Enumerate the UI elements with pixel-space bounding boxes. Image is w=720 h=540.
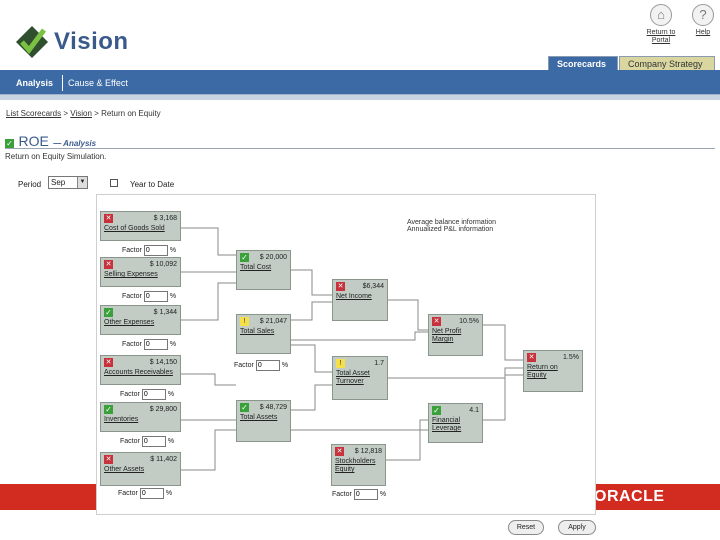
apply-button[interactable]: Apply <box>558 520 596 535</box>
node-label-link[interactable]: Stockholders Equity <box>332 456 385 476</box>
node-value: 4.1 <box>469 407 479 414</box>
status-red-icon: ✕ <box>104 358 113 367</box>
node-value: $ 14,150 <box>149 359 177 366</box>
node-net-profit-margin[interactable]: ✕ 10.5% Net Profit Margin <box>428 314 483 356</box>
node-label-link[interactable]: Net Income <box>333 291 387 303</box>
status-green-icon: ✓ <box>432 406 441 415</box>
factor-row: Factor % <box>118 488 172 499</box>
node-label-link[interactable]: Total Assets <box>237 412 290 424</box>
status-green-icon: ✓ <box>240 253 249 262</box>
factor-input[interactable] <box>143 339 168 350</box>
factor-input[interactable] <box>143 245 168 256</box>
node-net-income[interactable]: ✕ $6,344 Net Income <box>332 279 388 321</box>
factor-label: Factor <box>118 490 138 497</box>
diagram-info: Average balance information Annualized P… <box>407 219 496 233</box>
status-red-icon: ✕ <box>104 260 113 269</box>
factor-input[interactable] <box>141 436 166 447</box>
node-value: $ 20,000 <box>259 254 287 261</box>
factor-input[interactable] <box>141 389 166 400</box>
node-selling-expenses[interactable]: ✕ $ 10,092 Selling Expenses <box>100 257 181 287</box>
node-value: $ 3,168 <box>153 215 177 222</box>
status-red-icon: ✕ <box>527 353 536 362</box>
status-red-icon: ✕ <box>336 282 345 291</box>
factor-unit: % <box>169 341 177 348</box>
node-value: $ 1,344 <box>153 309 177 316</box>
status-red-icon: ✕ <box>335 447 344 456</box>
factor-row: Factor % <box>120 436 174 447</box>
status-green-icon: ✓ <box>104 405 113 414</box>
node-other-assets[interactable]: ✕ $ 11,402 Other Assets <box>100 452 181 486</box>
node-label-link[interactable]: Other Expenses <box>101 317 180 329</box>
node-other-expenses[interactable]: ✓ $ 1,344 Other Expenses <box>100 305 181 335</box>
factor-label: Factor <box>122 341 142 348</box>
factor-row: Factor % <box>122 245 176 256</box>
node-cost-of-goods-sold[interactable]: ✕ $ 3,168 Cost of Goods Sold <box>100 211 181 241</box>
factor-row: Factor % <box>234 360 288 371</box>
status-red-icon: ✕ <box>432 317 441 326</box>
node-value: $ 11,402 <box>150 456 177 463</box>
factor-row: Factor % <box>122 339 176 350</box>
node-label-link[interactable]: Net Profit Margin <box>429 326 482 346</box>
node-value: $ 10,092 <box>149 261 177 268</box>
factor-label: Factor <box>332 491 352 498</box>
status-warning-icon: ! <box>336 359 345 368</box>
node-stockholders-equity[interactable]: ✕ $ 12,818 Stockholders Equity <box>331 444 386 486</box>
factor-label: Factor <box>122 293 142 300</box>
factor-label: Factor <box>122 247 142 254</box>
status-green-icon: ✓ <box>104 308 113 317</box>
reset-button[interactable]: Reset <box>508 520 544 535</box>
status-red-icon: ✕ <box>104 214 113 223</box>
node-label-link[interactable]: Inventories <box>101 414 180 426</box>
factor-input[interactable] <box>255 360 280 371</box>
node-label-link[interactable]: Other Assets <box>101 464 180 476</box>
node-value: $ 21,047 <box>259 318 287 325</box>
node-value: 1.5% <box>563 354 579 361</box>
node-label-link[interactable]: Total Sales <box>237 326 290 338</box>
node-total-cost[interactable]: ✓ $ 20,000 Total Cost <box>236 250 291 290</box>
factor-label: Factor <box>120 438 140 445</box>
node-total-assets[interactable]: ✓ $ 48,729 Total Assets <box>236 400 291 442</box>
factor-row: Factor % <box>122 291 176 302</box>
factor-unit: % <box>281 362 289 369</box>
node-label-link[interactable]: Accounts Receivables <box>101 367 180 379</box>
node-total-asset-turnover[interactable]: ! 1.7 Total Asset Turnover <box>332 356 388 400</box>
node-label-link[interactable]: Return on Equity <box>524 362 582 382</box>
node-value: $6,344 <box>362 283 384 290</box>
node-label-link[interactable]: Total Asset Turnover <box>333 368 387 388</box>
factor-unit: % <box>379 491 387 498</box>
factor-input[interactable] <box>139 488 164 499</box>
factor-label: Factor <box>234 362 254 369</box>
status-green-icon: ✓ <box>240 403 249 412</box>
status-warning-icon: ! <box>240 317 249 326</box>
factor-unit: % <box>167 391 175 398</box>
node-value: $ 29,800 <box>149 406 177 413</box>
node-value: $ 12,818 <box>354 448 382 455</box>
factor-row: Factor % <box>120 389 174 400</box>
factor-unit: % <box>169 293 177 300</box>
node-return-on-equity[interactable]: ✕ 1.5% Return on Equity <box>523 350 583 392</box>
node-value: $ 48,729 <box>259 404 287 411</box>
node-total-sales[interactable]: ! $ 21,047 Total Sales <box>236 314 291 354</box>
node-label-link[interactable]: Total Cost <box>237 262 290 274</box>
factor-input[interactable] <box>143 291 168 302</box>
factor-unit: % <box>169 247 177 254</box>
info-annualized-pl: Annualized P&L information <box>407 226 494 233</box>
status-red-icon: ✕ <box>104 455 113 464</box>
node-financial-leverage[interactable]: ✓ 4.1 Financial Leverage <box>428 403 483 443</box>
factor-row: Factor % <box>332 489 386 500</box>
node-value: 1.7 <box>374 360 384 367</box>
factor-label: Factor <box>120 391 140 398</box>
node-label-link[interactable]: Financial Leverage <box>429 415 482 435</box>
factor-unit: % <box>165 490 173 497</box>
node-label-link[interactable]: Selling Expenses <box>101 269 180 281</box>
node-inventories[interactable]: ✓ $ 29,800 Inventories <box>100 402 181 432</box>
info-average-balance: Average balance information <box>407 219 496 226</box>
node-label-link[interactable]: Cost of Goods Sold <box>101 223 180 235</box>
factor-input[interactable] <box>353 489 378 500</box>
node-accounts-receivables[interactable]: ✕ $ 14,150 Accounts Receivables <box>100 355 181 385</box>
factor-unit: % <box>167 438 175 445</box>
node-value: 10.5% <box>459 318 479 325</box>
